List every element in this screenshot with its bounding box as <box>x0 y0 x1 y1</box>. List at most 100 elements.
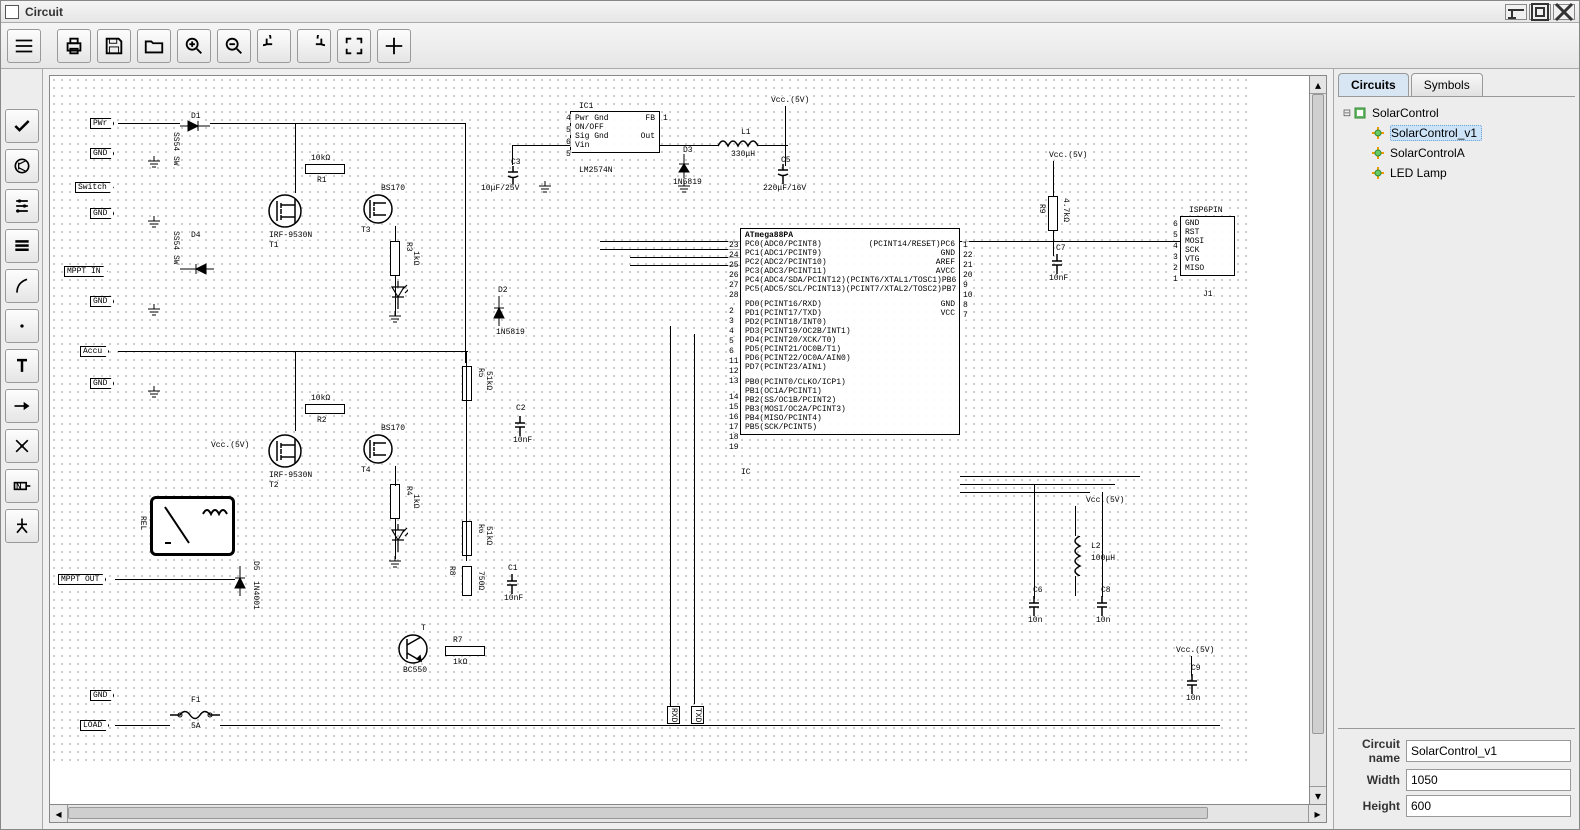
chip-icon <box>1352 105 1368 121</box>
crosshair-button[interactable] <box>377 29 411 63</box>
tree-item[interactable]: SolarControlA <box>1342 143 1571 163</box>
resistor-r3-icon[interactable] <box>390 241 400 276</box>
open-button[interactable] <box>137 29 171 63</box>
net-gnd-1[interactable]: GND <box>90 148 114 159</box>
scroll-down-icon[interactable]: ▾ <box>1310 786 1326 804</box>
net-mppt-out[interactable]: MPPT OUT <box>58 574 106 585</box>
ic2-block[interactable]: ATmega88PA PC0(ADC0/PCINT8)(PCINT14/RESE… <box>740 228 960 435</box>
mosfet-t1-icon[interactable] <box>265 191 305 234</box>
redo-button[interactable] <box>297 29 331 63</box>
mosfet-t4-icon[interactable] <box>360 431 396 470</box>
led-1-icon[interactable] <box>388 281 408 312</box>
resistor-r5-icon[interactable] <box>462 366 472 401</box>
isp-block[interactable]: GNDRSTMOSISCKVTGMISO <box>1180 216 1235 276</box>
resistor-r8-icon[interactable] <box>462 566 472 596</box>
node-tool[interactable]: N <box>5 469 39 503</box>
height-input[interactable] <box>1406 795 1571 817</box>
save-button[interactable] <box>97 29 131 63</box>
route-tool[interactable] <box>5 269 39 303</box>
approve-tool[interactable] <box>5 109 39 143</box>
resistor-r9-icon[interactable] <box>1048 196 1058 231</box>
scroll-right-icon[interactable]: ▸ <box>1308 805 1326 822</box>
net-switch[interactable]: Switch <box>75 182 114 193</box>
gnd-icon <box>147 156 161 171</box>
resistor-r7-icon[interactable] <box>445 646 485 656</box>
point-tool[interactable] <box>5 309 39 343</box>
close-button[interactable] <box>1553 4 1575 20</box>
c9-val: 10n <box>1185 694 1201 703</box>
ic2-ref: IC <box>740 468 752 477</box>
net-mppt-in[interactable]: MPPT IN <box>64 266 108 277</box>
ic1-block[interactable]: Pwr GndFB ON/OFF Sig GndOut Vin <box>570 111 660 153</box>
r5-val: 51kΩ <box>483 371 494 390</box>
diode-d4-icon[interactable] <box>180 262 214 279</box>
led-2-icon[interactable] <box>388 524 408 555</box>
resistor-r2-icon[interactable] <box>305 404 345 414</box>
net-gnd-5[interactable]: GND <box>90 690 114 701</box>
vscroll-thumb[interactable] <box>1312 94 1324 734</box>
d1-val: SS54 SW <box>170 132 181 166</box>
r7-val: 1kΩ <box>452 658 468 667</box>
l2-val: 100μH <box>1090 554 1116 563</box>
txd-pin[interactable]: TXD <box>691 706 704 724</box>
mosfet-t3-icon[interactable] <box>360 191 396 230</box>
mosfet-t2-icon[interactable] <box>265 431 305 474</box>
minimize-button[interactable] <box>1505 4 1527 20</box>
circuit-name-input[interactable] <box>1406 740 1571 762</box>
inductor-l2-icon[interactable] <box>1070 536 1084 579</box>
zoom-out-button[interactable] <box>217 29 251 63</box>
resistor-r4-icon[interactable] <box>390 484 400 519</box>
tree-item[interactable]: LED Lamp <box>1342 163 1571 183</box>
tab-symbols[interactable]: Symbols <box>1411 73 1483 96</box>
text-tool[interactable] <box>5 349 39 383</box>
ic1-part: LM2574N <box>578 166 614 175</box>
resistor-r1-icon[interactable] <box>305 164 345 174</box>
diode-d2-icon[interactable] <box>492 296 506 329</box>
net-accu[interactable]: Accu <box>80 346 109 357</box>
tree-item[interactable]: SolarControl_v1 <box>1342 123 1571 143</box>
net-pwr[interactable]: PWr <box>90 118 114 129</box>
vertical-scrollbar[interactable]: ▴ ▾ <box>1309 75 1327 805</box>
undo-button[interactable] <box>257 29 291 63</box>
rxd-pin[interactable]: RXD <box>667 706 680 724</box>
diode-d5-icon[interactable] <box>233 566 247 599</box>
wire-tool[interactable] <box>5 389 39 423</box>
circuit-name-label: Circuit name <box>1342 737 1400 765</box>
gnd-icon <box>677 181 691 196</box>
cut-tool[interactable] <box>5 429 39 463</box>
canvas-viewport[interactable]: PWr GND Switch GND MPPT IN GND Accu GND … <box>49 75 1327 805</box>
fit-button[interactable] <box>337 29 371 63</box>
gnd-icon <box>147 216 161 231</box>
transistor-tool[interactable] <box>5 149 39 183</box>
horizontal-scrollbar[interactable]: ◂ ▸ <box>49 805 1327 823</box>
maximize-button[interactable] <box>1529 4 1551 20</box>
tab-circuits[interactable]: Circuits <box>1338 73 1409 96</box>
layers-tool[interactable] <box>5 229 39 263</box>
bjt-t-icon[interactable] <box>395 631 431 670</box>
net-gnd-2[interactable]: GND <box>90 208 114 219</box>
net-gnd-3[interactable]: GND <box>90 296 114 307</box>
net-load[interactable]: LOAD <box>80 720 109 731</box>
scroll-left-icon[interactable]: ◂ <box>50 805 68 822</box>
r3-val: 1kΩ <box>410 251 421 265</box>
sliders-tool[interactable] <box>5 189 39 223</box>
junction-tool[interactable] <box>5 509 39 543</box>
diode-d1-icon[interactable] <box>180 119 210 136</box>
width-label: Width <box>1342 773 1400 787</box>
side-toolbar: N <box>1 69 43 829</box>
width-input[interactable] <box>1406 769 1571 791</box>
schematic-icon <box>1370 145 1386 161</box>
zoom-in-button[interactable] <box>177 29 211 63</box>
tree-root[interactable]: ⊟ SolarControl <box>1342 103 1571 123</box>
hscroll-thumb[interactable] <box>68 807 1208 819</box>
menu-button[interactable] <box>7 29 41 63</box>
resistor-r6-icon[interactable] <box>462 521 472 556</box>
print-button[interactable] <box>57 29 91 63</box>
relay-icon[interactable] <box>150 496 235 556</box>
net-gnd-4[interactable]: GND <box>90 378 114 389</box>
expand-icon[interactable]: ⊟ <box>1342 108 1352 119</box>
scroll-up-icon[interactable]: ▴ <box>1310 76 1326 94</box>
diode-d3-icon[interactable] <box>677 154 691 181</box>
schematic-canvas[interactable]: PWr GND Switch GND MPPT IN GND Accu GND … <box>50 76 1250 766</box>
app-window: Circuit N <box>0 0 1580 830</box>
